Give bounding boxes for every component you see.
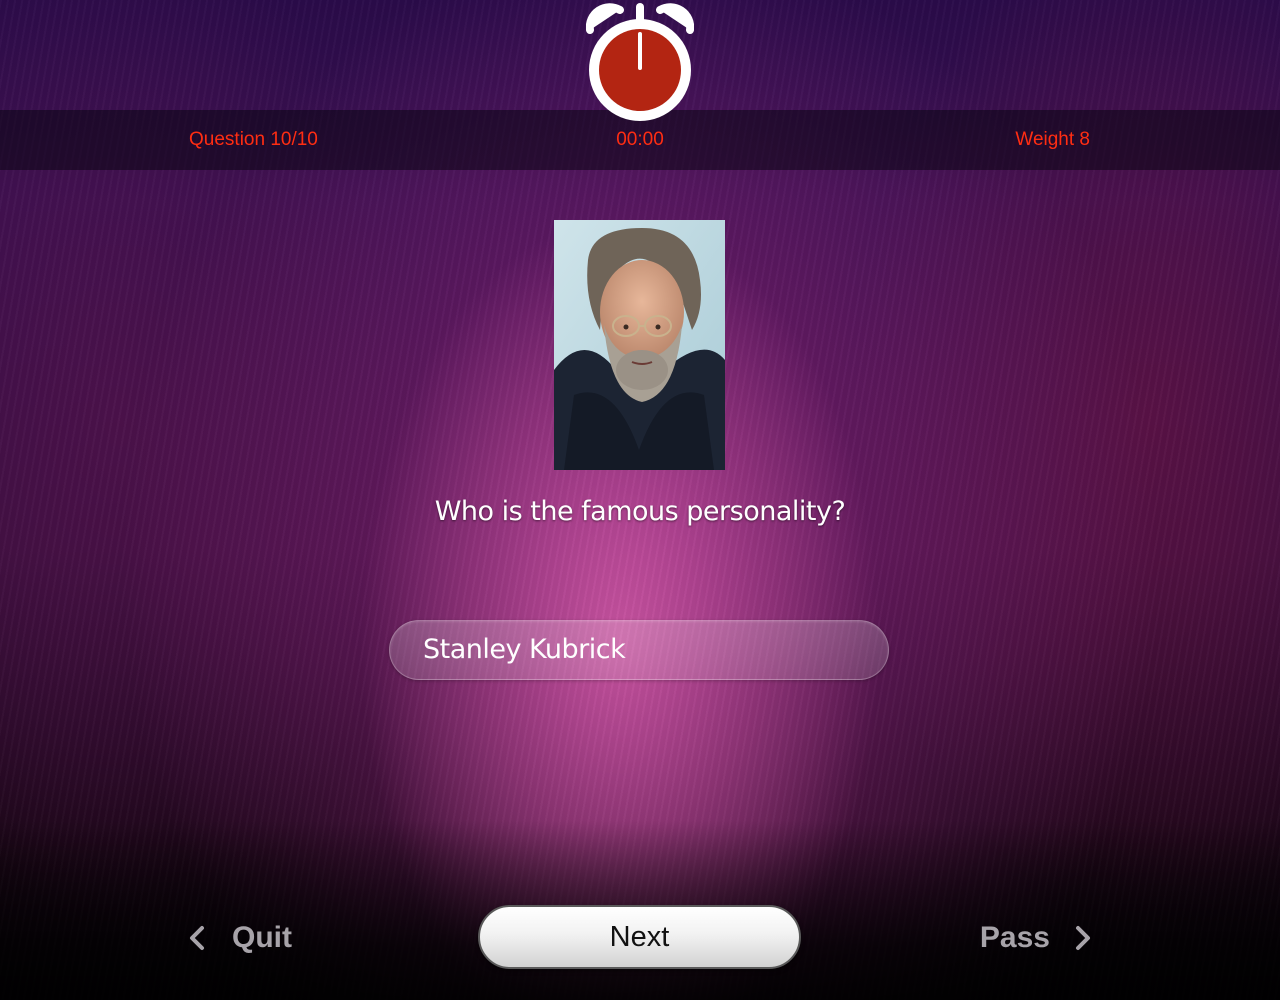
question-prompt: Who is the famous personality? <box>434 496 846 527</box>
alarm-clock-icon <box>586 3 694 121</box>
chevron-left-icon <box>190 926 204 950</box>
next-button[interactable]: Next <box>478 905 801 969</box>
pass-button[interactable]: Pass <box>980 918 1094 958</box>
personality-photo <box>554 220 725 470</box>
chevron-right-icon <box>1076 926 1090 950</box>
quit-button[interactable]: Quit <box>186 918 292 958</box>
answer-field[interactable]: Stanley Kubrick <box>389 620 889 680</box>
quit-label: Quit <box>232 921 292 954</box>
pass-label: Pass <box>979 921 1050 954</box>
question-weight: Weight 8 <box>1015 129 1090 150</box>
